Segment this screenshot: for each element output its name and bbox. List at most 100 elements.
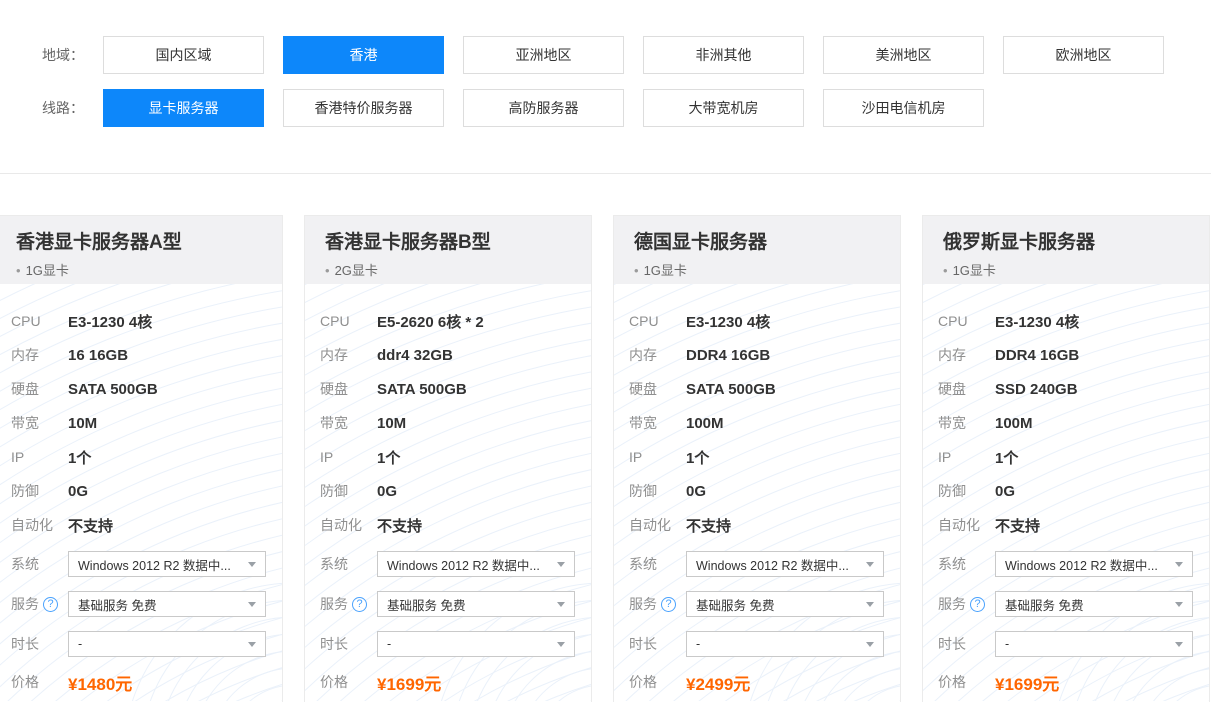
spec-row-bandwidth: 带宽 10M bbox=[0, 406, 282, 440]
spec-value: SATA 500GB bbox=[377, 381, 467, 398]
spec-row-automation: 自动化 不支持 bbox=[614, 508, 900, 542]
help-question-icon[interactable]: ? bbox=[43, 597, 58, 612]
filter-option-button[interactable]: 欧洲地区 bbox=[1003, 36, 1164, 74]
help-question-icon[interactable]: ? bbox=[661, 597, 676, 612]
chevron-down-icon bbox=[557, 642, 565, 647]
price-row: 价格 ¥1699元 bbox=[305, 670, 591, 694]
filter-option-button[interactable]: 美洲地区 bbox=[823, 36, 984, 74]
system-select-row: 系统 Windows 2012 R2 数据中... bbox=[0, 551, 282, 577]
spec-label: 内存 bbox=[938, 345, 995, 365]
help-question-icon[interactable]: ? bbox=[352, 597, 367, 612]
filter-section: 地域：国内区域香港亚洲地区非洲其他美洲地区欧洲地区线路：显卡服务器香港特价服务器… bbox=[0, 0, 1211, 174]
spec-label-with-help: 服务 ? bbox=[320, 594, 377, 614]
spec-label: 内存 bbox=[11, 345, 68, 365]
duration-select-value: - bbox=[78, 637, 82, 651]
filter-option-button[interactable]: 国内区域 bbox=[103, 36, 264, 74]
spec-value: ddr4 32GB bbox=[377, 347, 453, 364]
spec-label: 系统 bbox=[629, 554, 686, 574]
chevron-down-icon bbox=[557, 562, 565, 567]
spec-label: 时长 bbox=[938, 634, 995, 654]
spec-label: 内存 bbox=[629, 345, 686, 365]
service-select[interactable]: 基础服务 免费 bbox=[377, 591, 575, 617]
filter-option-button[interactable]: 沙田电信机房 bbox=[823, 89, 984, 127]
spec-row-automation: 自动化 不支持 bbox=[923, 508, 1209, 542]
duration-select-row: 时长 - bbox=[305, 631, 591, 657]
filter-group-label: 地域： bbox=[42, 45, 103, 65]
spec-label: 硬盘 bbox=[938, 379, 995, 399]
card-body: CPU E3-1230 4核 内存 16 16GB 硬盘 SATA 500GB … bbox=[0, 284, 282, 701]
product-subtitle: •2G显卡 bbox=[325, 260, 571, 279]
spec-row-memory: 内存 16 16GB bbox=[0, 338, 282, 372]
service-select-row: 服务 ? 基础服务 免费 bbox=[614, 591, 900, 617]
duration-select-row: 时长 - bbox=[923, 631, 1209, 657]
spec-label: 服务 bbox=[320, 594, 348, 614]
filter-option-button[interactable]: 香港特价服务器 bbox=[283, 89, 444, 127]
price-value: ¥1480元 bbox=[68, 670, 132, 695]
spec-label: 系统 bbox=[11, 554, 68, 574]
filter-option-button[interactable]: 非洲其他 bbox=[643, 36, 804, 74]
service-select-value: 基础服务 免费 bbox=[78, 595, 156, 614]
system-select-row: 系统 Windows 2012 R2 数据中... bbox=[614, 551, 900, 577]
help-question-icon[interactable]: ? bbox=[970, 597, 985, 612]
duration-select[interactable]: - bbox=[686, 631, 884, 657]
spec-row-bandwidth: 带宽 10M bbox=[305, 406, 591, 440]
system-select-value: Windows 2012 R2 数据中... bbox=[387, 555, 540, 574]
spec-row-cpu: CPU E3-1230 4核 bbox=[923, 304, 1209, 338]
spec-value: E5-2620 6核 * 2 bbox=[377, 311, 484, 332]
filter-option-button[interactable]: 高防服务器 bbox=[463, 89, 624, 127]
system-select[interactable]: Windows 2012 R2 数据中... bbox=[995, 551, 1193, 577]
spec-label: 防御 bbox=[629, 481, 686, 501]
service-select[interactable]: 基础服务 免费 bbox=[68, 591, 266, 617]
product-title: 俄罗斯显卡服务器 bbox=[943, 231, 1189, 255]
duration-select[interactable]: - bbox=[68, 631, 266, 657]
spec-value: 1个 bbox=[377, 447, 400, 468]
filter-option-button[interactable]: 显卡服务器 bbox=[103, 89, 264, 127]
price-value: ¥1699元 bbox=[377, 670, 441, 695]
service-select[interactable]: 基础服务 免费 bbox=[995, 591, 1193, 617]
gpu-spec-text: 2G显卡 bbox=[335, 263, 378, 278]
chevron-down-icon bbox=[1175, 602, 1183, 607]
spec-value: SATA 500GB bbox=[68, 381, 158, 398]
spec-label: 服务 bbox=[11, 594, 39, 614]
duration-select[interactable]: - bbox=[995, 631, 1193, 657]
chevron-down-icon bbox=[866, 562, 874, 567]
card-body: CPU E3-1230 4核 内存 DDR4 16GB 硬盘 SSD 240GB… bbox=[923, 284, 1209, 701]
spec-row-disk: 硬盘 SATA 500GB bbox=[305, 372, 591, 406]
spec-label: 自动化 bbox=[320, 515, 377, 535]
system-select-row: 系统 Windows 2012 R2 数据中... bbox=[923, 551, 1209, 577]
bullet-icon: • bbox=[943, 263, 948, 278]
system-select[interactable]: Windows 2012 R2 数据中... bbox=[68, 551, 266, 577]
spec-row-memory: 内存 DDR4 16GB bbox=[614, 338, 900, 372]
duration-select[interactable]: - bbox=[377, 631, 575, 657]
spec-value: 100M bbox=[995, 415, 1033, 432]
product-card: 德国显卡服务器 •1G显卡 CPU E3-1230 4核 内存 DDR4 16G… bbox=[613, 215, 901, 702]
filter-option-button[interactable]: 香港 bbox=[283, 36, 444, 74]
system-select-value: Windows 2012 R2 数据中... bbox=[1005, 555, 1158, 574]
spec-label-with-help: 服务 ? bbox=[11, 594, 68, 614]
system-select-row: 系统 Windows 2012 R2 数据中... bbox=[305, 551, 591, 577]
spec-value: SSD 240GB bbox=[995, 381, 1078, 398]
spec-row-ip: IP 1个 bbox=[923, 440, 1209, 474]
spec-row-automation: 自动化 不支持 bbox=[305, 508, 591, 542]
system-select[interactable]: Windows 2012 R2 数据中... bbox=[686, 551, 884, 577]
service-select[interactable]: 基础服务 免费 bbox=[686, 591, 884, 617]
system-select[interactable]: Windows 2012 R2 数据中... bbox=[377, 551, 575, 577]
spec-value: E3-1230 4核 bbox=[686, 311, 770, 332]
chevron-down-icon bbox=[1175, 562, 1183, 567]
spec-row-memory: 内存 DDR4 16GB bbox=[923, 338, 1209, 372]
spec-label-with-help: 服务 ? bbox=[629, 594, 686, 614]
card-body: CPU E3-1230 4核 内存 DDR4 16GB 硬盘 SATA 500G… bbox=[614, 284, 900, 701]
service-select-value: 基础服务 免费 bbox=[696, 595, 774, 614]
spec-value: 10M bbox=[377, 415, 406, 432]
spec-row-disk: 硬盘 SATA 500GB bbox=[0, 372, 282, 406]
spec-label: 防御 bbox=[320, 481, 377, 501]
product-card: 香港显卡服务器A型 •1G显卡 CPU E3-1230 4核 内存 16 16G… bbox=[0, 215, 283, 702]
spec-label: 防御 bbox=[938, 481, 995, 501]
filter-option-button[interactable]: 大带宽机房 bbox=[643, 89, 804, 127]
spec-row-memory: 内存 ddr4 32GB bbox=[305, 338, 591, 372]
filter-option-button[interactable]: 亚洲地区 bbox=[463, 36, 624, 74]
chevron-down-icon bbox=[1175, 642, 1183, 647]
price-row: 价格 ¥2499元 bbox=[614, 670, 900, 694]
spec-label: IP bbox=[320, 449, 377, 465]
spec-value: 0G bbox=[68, 483, 88, 500]
